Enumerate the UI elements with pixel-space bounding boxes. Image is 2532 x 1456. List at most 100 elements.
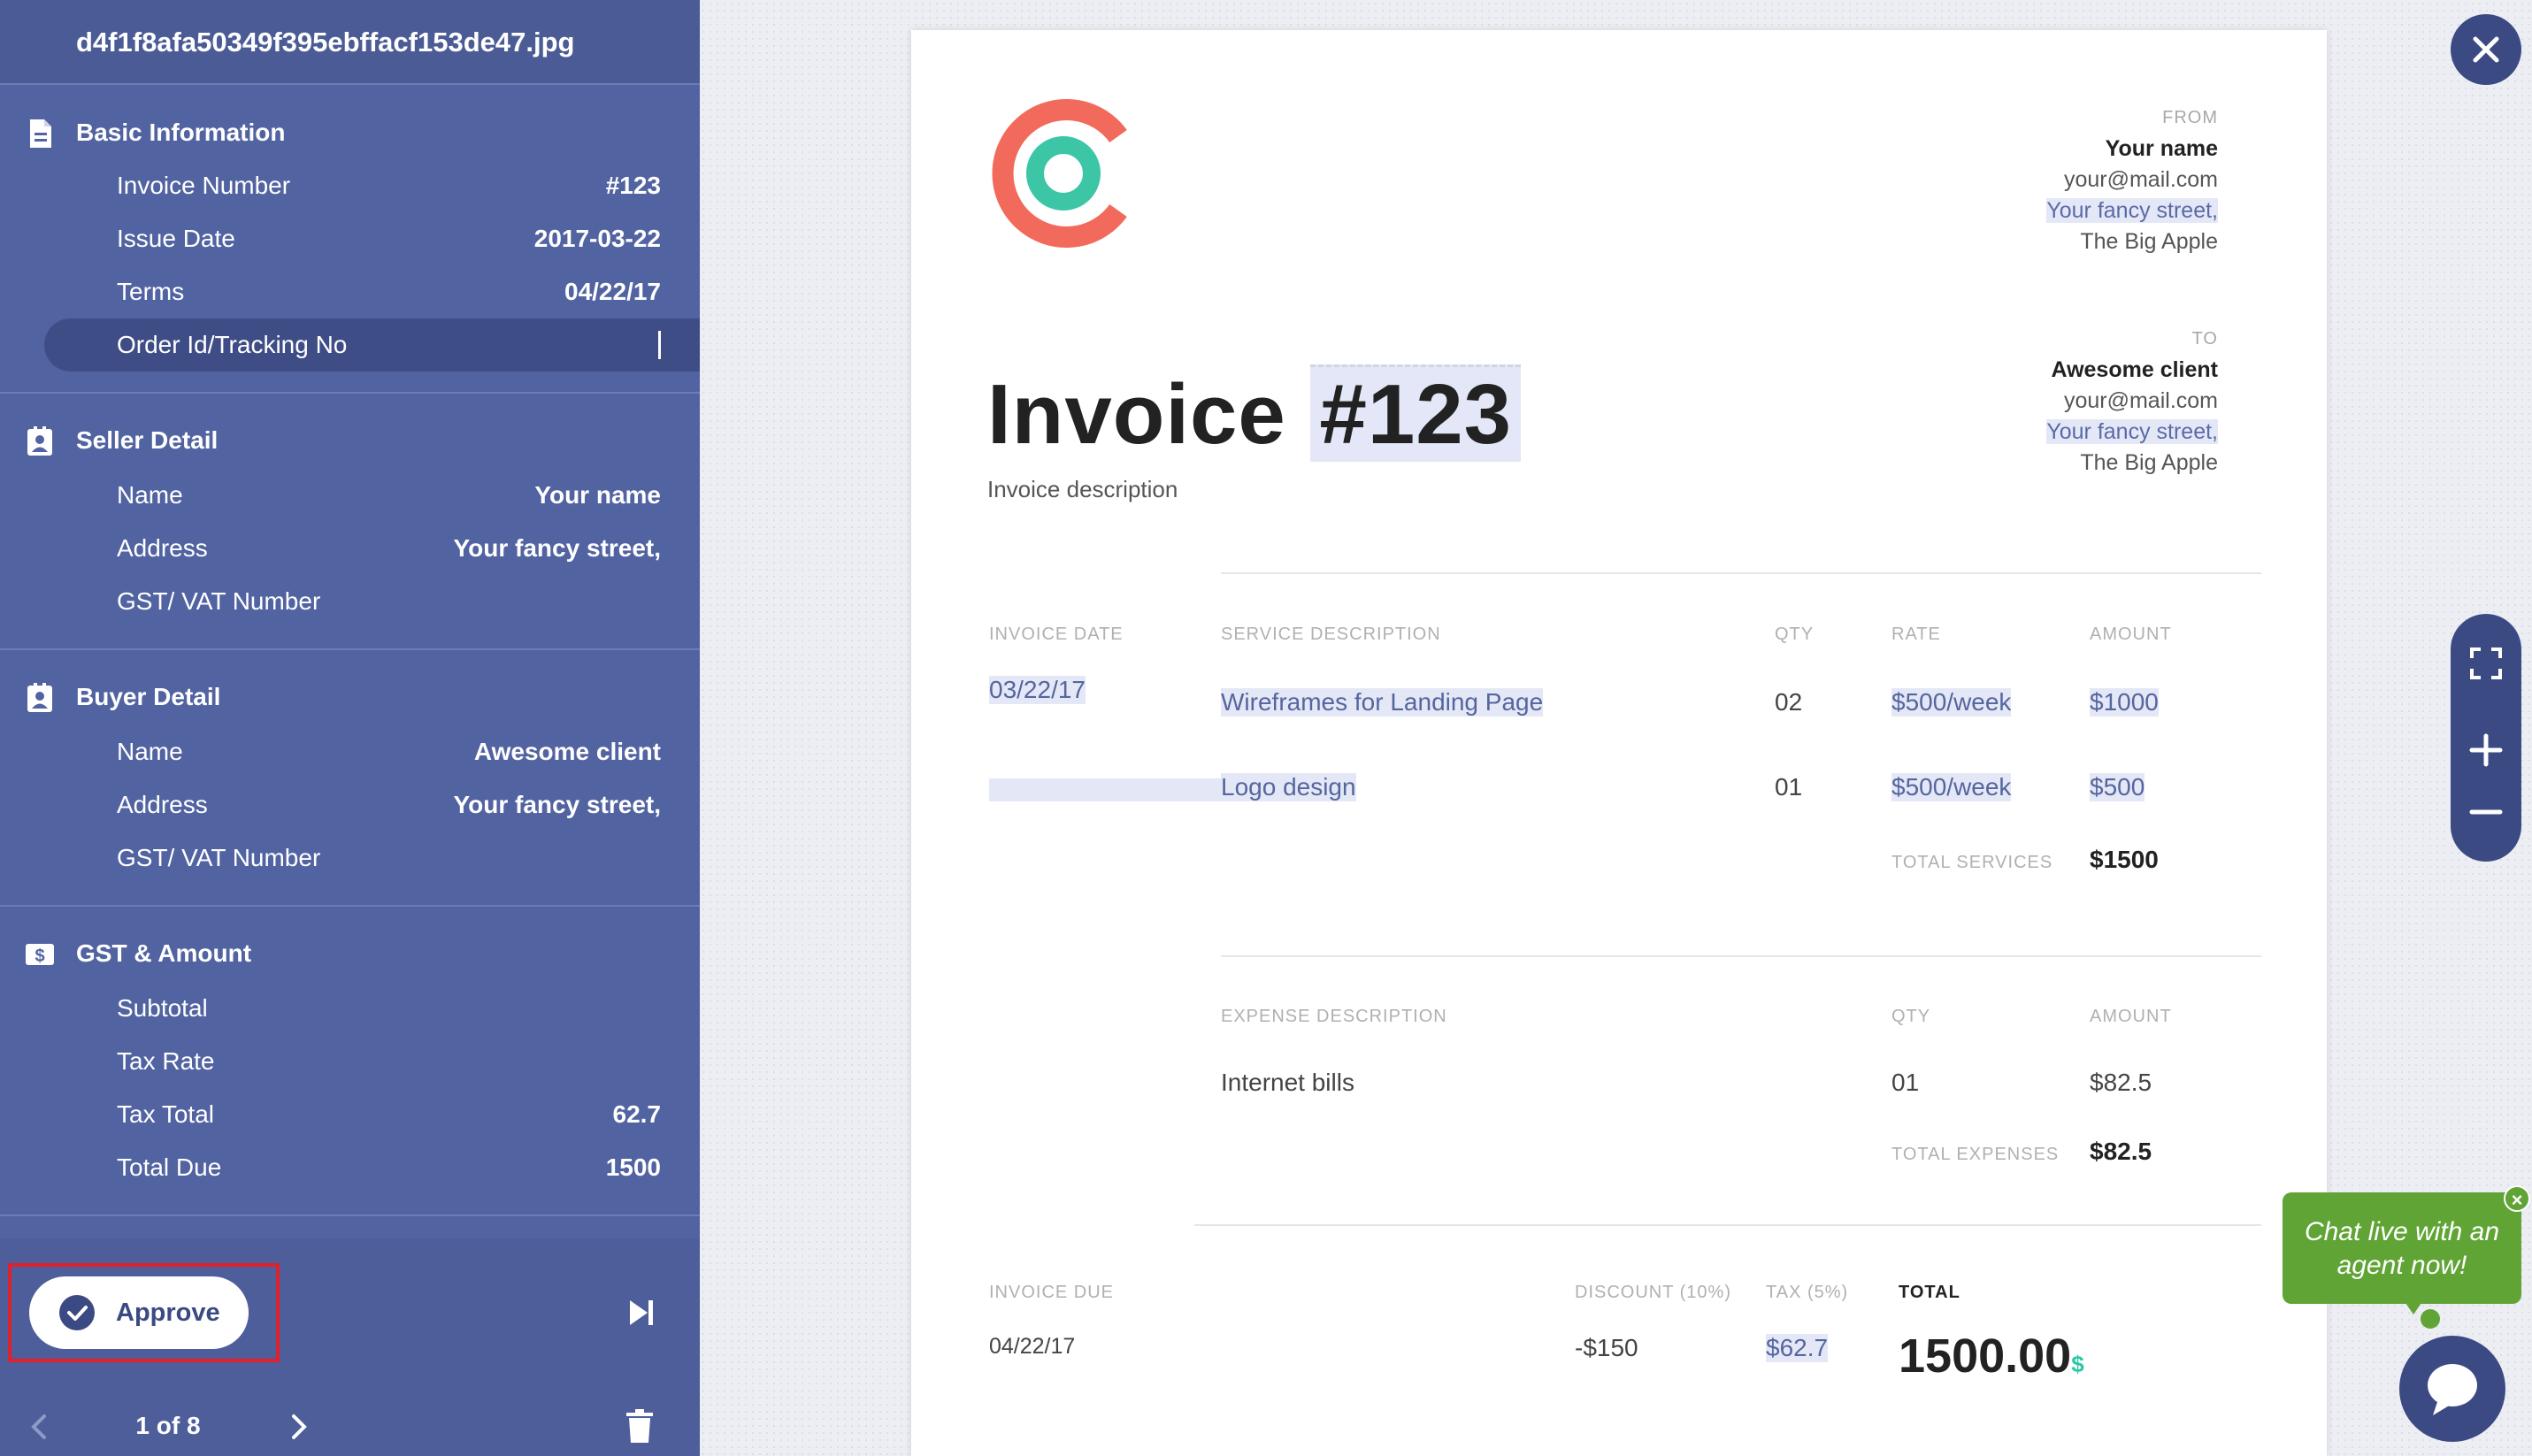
from-city: The Big Apple	[2080, 229, 2218, 254]
close-icon	[2473, 36, 2499, 63]
chevron-right-icon[interactable]	[285, 1412, 311, 1442]
field-order-id[interactable]: Order Id/Tracking No	[44, 318, 700, 372]
field-label: Address	[117, 534, 208, 562]
to-email: your@mail.com	[2063, 388, 2218, 413]
service-row-2-desc: Logo design	[1221, 773, 1356, 801]
field-invoice-number[interactable]: Invoice Number #123	[0, 159, 700, 212]
field-value: 1500	[605, 1153, 661, 1181]
field-value: 2017-03-22	[533, 225, 661, 252]
field-label: GST/ VAT Number	[117, 587, 321, 615]
tax-label: TAX (5%)	[1766, 1283, 1849, 1302]
field-buyer-gst[interactable]: GST/ VAT Number	[0, 831, 700, 885]
header-service-description: SERVICE DESCRIPTION	[1221, 625, 1441, 644]
grand-total-value: 1500.00	[1899, 1330, 2072, 1383]
field-seller-address[interactable]: Address Your fancy street,	[0, 522, 700, 575]
sidebar: d4f1f8afa50349f395ebffacf153de47.jpg Bas…	[0, 0, 700, 1456]
section-title: Seller Detail	[76, 426, 219, 454]
service-row-1-qty: 02	[1775, 688, 1803, 716]
section-seller-detail: Seller Detail	[0, 414, 700, 467]
field-label: Address	[117, 791, 208, 818]
field-label: Total Due	[117, 1153, 222, 1181]
section-title: Buyer Detail	[76, 683, 221, 710]
divider	[1194, 1224, 2261, 1226]
chat-launcher-button[interactable]	[2399, 1336, 2505, 1442]
chat-prompt-bubble[interactable]: Chat live with an agent now!	[2283, 1192, 2521, 1304]
svg-text:$: $	[35, 946, 44, 966]
field-label: Tax Total	[117, 1100, 214, 1128]
zoom-out-icon[interactable]	[2468, 794, 2504, 830]
close-viewer-button[interactable]	[2451, 14, 2521, 85]
chat-prompt-line-1: Chat live with an	[2304, 1217, 2500, 1246]
service-row-2-amount: $500	[2090, 773, 2145, 801]
header-amount: AMOUNT	[2090, 625, 2172, 644]
expense-row-1-qty: 01	[1891, 1069, 1920, 1096]
field-value: #123	[605, 172, 661, 199]
chevron-left-icon[interactable]	[27, 1412, 53, 1442]
field-issue-date[interactable]: Issue Date 2017-03-22	[0, 212, 700, 265]
chat-prompt-close-button[interactable]: ×	[2504, 1185, 2530, 1212]
field-seller-gst[interactable]: GST/ VAT Number	[0, 575, 700, 628]
field-label: Invoice Number	[117, 172, 291, 199]
field-label: Name	[117, 481, 183, 509]
to-label: TO	[2191, 329, 2218, 349]
field-total-due[interactable]: Total Due 1500	[0, 1141, 700, 1194]
section-title: GST & Amount	[76, 939, 252, 967]
to-city: The Big Apple	[2080, 450, 2218, 475]
contact-card-icon	[27, 683, 52, 712]
divider	[0, 1215, 700, 1216]
fullscreen-icon[interactable]	[2468, 646, 2504, 681]
field-label: Tax Rate	[117, 1047, 215, 1075]
field-terms[interactable]: Terms 04/22/17	[0, 265, 700, 318]
section-gst-amount: $ GST & Amount	[0, 927, 700, 980]
company-logo	[992, 99, 1127, 248]
service-row-2-rate: $500/week	[1891, 773, 2012, 801]
field-tax-total[interactable]: Tax Total 62.7	[0, 1088, 700, 1141]
service-row-2-qty: 01	[1775, 773, 1803, 801]
total-expenses-value: $82.5	[2090, 1138, 2152, 1165]
invoice-title-number: #123	[1310, 364, 1522, 462]
field-label: Terms	[117, 278, 185, 305]
field-label: Subtotal	[117, 994, 208, 1022]
chat-prompt-line-2: agent now!	[2336, 1251, 2467, 1280]
discount-label: DISCOUNT (10%)	[1575, 1283, 1731, 1302]
approve-label: Approve	[116, 1299, 220, 1327]
divider	[0, 648, 700, 650]
contact-card-icon	[27, 426, 52, 456]
field-label: Name	[117, 738, 183, 765]
check-circle-icon	[59, 1295, 95, 1330]
field-seller-name[interactable]: Name Your name	[0, 469, 700, 522]
from-block: FROM Your name your@mail.com Your fancy …	[2046, 103, 2218, 257]
zoom-in-icon[interactable]	[2468, 732, 2504, 768]
field-label: Order Id/Tracking No	[117, 331, 348, 358]
skip-next-icon[interactable]	[625, 1297, 656, 1329]
divider	[0, 905, 700, 907]
header-expense-qty: QTY	[1891, 1007, 1931, 1026]
total-services-value: $1500	[2090, 846, 2159, 873]
tax-value: $62.7	[1766, 1334, 1829, 1362]
dollar-icon: $	[26, 944, 54, 966]
invoice-description: Invoice description	[987, 476, 1178, 502]
field-subtotal[interactable]: Subtotal	[0, 982, 700, 1035]
total-services-label: TOTAL SERVICES	[1891, 853, 2053, 872]
field-buyer-address[interactable]: Address Your fancy street,	[0, 778, 700, 831]
field-tax-rate[interactable]: Tax Rate	[0, 1035, 700, 1088]
header-rate: RATE	[1891, 625, 1941, 644]
section-buyer-detail: Buyer Detail	[0, 671, 700, 724]
approve-button[interactable]: Approve	[29, 1276, 249, 1349]
invoice-due-value: 04/22/17	[989, 1334, 1076, 1359]
invoice-page: FROM Your name your@mail.com Your fancy …	[911, 30, 2327, 1456]
section-title: Basic Information	[76, 119, 286, 146]
from-street: Your fancy street,	[2046, 198, 2218, 223]
section-basic-information: Basic Information	[0, 106, 700, 159]
file-name: d4f1f8afa50349f395ebffacf153de47.jpg	[0, 0, 700, 85]
discount-value: -$150	[1575, 1334, 1638, 1361]
divider	[0, 392, 700, 394]
service-row-1-desc: Wireframes for Landing Page	[1221, 688, 1544, 717]
from-email: your@mail.com	[2063, 167, 2218, 192]
field-buyer-name[interactable]: Name Awesome client	[0, 725, 700, 778]
invoice-title: Invoice #123	[987, 349, 1522, 481]
field-value: Your fancy street,	[453, 534, 661, 562]
currency-symbol: $	[2071, 1351, 2084, 1377]
trash-icon[interactable]	[625, 1408, 655, 1444]
page-indicator: 1 of 8	[135, 1412, 201, 1439]
